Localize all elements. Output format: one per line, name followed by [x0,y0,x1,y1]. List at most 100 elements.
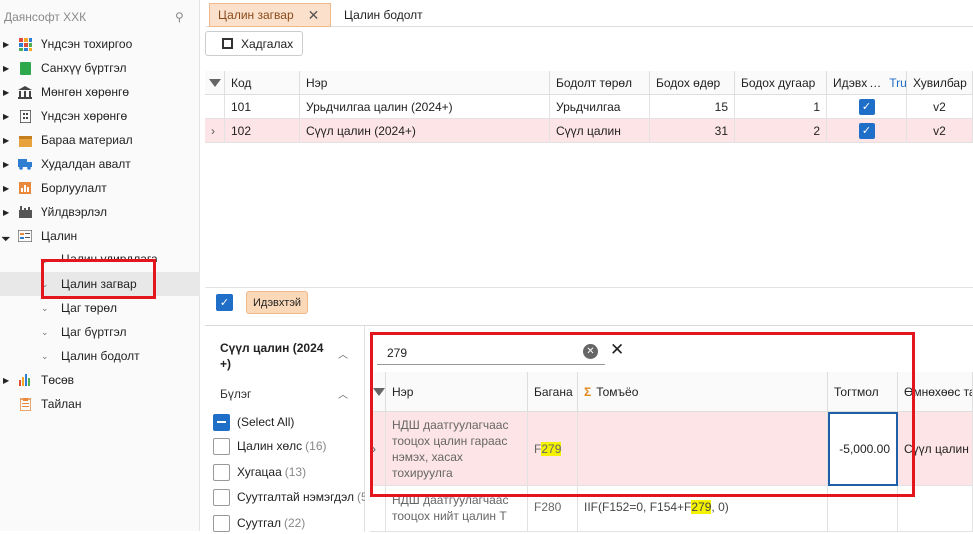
pin-icon[interactable]: ⚲ [175,10,184,24]
sidebar-item-label: Борлуулалт [41,181,107,195]
expand-arrow-icon[interactable]: ▶ [3,40,9,49]
sidebar-item-label: Бараа материал [41,133,133,147]
sidebar-item-settings[interactable]: ▶ Үндсэн тохиргоо [0,32,200,56]
highlight-box [41,259,156,299]
save-icon [222,38,233,49]
formula-prefix: IIF(F152=0, F154+F [584,500,692,514]
cell-type[interactable]: Сүүл цалин [550,119,650,143]
expand-arrow-icon[interactable]: ▶ [3,184,9,193]
active-filter-value: True [889,75,907,90]
checkbox-checked-icon[interactable]: ✓ [858,122,875,139]
column-header-number[interactable]: Бодох дугаар [735,71,827,95]
option-duration[interactable]: Хугацаа (13) [213,461,365,483]
sidebar-item-label: Санхүү бүртгэл [41,61,127,75]
option-count: (22) [283,516,306,530]
column-header-type[interactable]: Бодолт төрөл [550,71,650,95]
tab-label: Цалин бодолт [344,8,423,22]
checkbox[interactable] [213,488,230,506]
chevron-down-icon: ⌄ [41,350,49,361]
option-deductible-bonus[interactable]: Суутгалтай нэмэгдэл (5 [213,486,365,508]
filter-tag[interactable]: Идэвхтэй [246,291,309,314]
sidebar-item-label: Тайлан [41,397,82,411]
expand-arrow-icon[interactable]: ▶ [3,136,9,145]
bank-icon [18,85,32,99]
sidebar-item-sales[interactable]: ▶ Борлуулалт [0,176,200,200]
sidebar-item-budget[interactable]: ▶ Төсөв [0,368,200,392]
box-icon [18,133,32,147]
sidebar-item-label: Үйлдвэрлэл [41,205,108,219]
payroll-icon [18,229,32,243]
cell-number[interactable]: 1 [735,95,827,119]
close-icon[interactable]: ✕ [308,7,320,24]
sidebar-item-finance[interactable]: ▶ Санхүү бүртгэл [0,56,200,80]
cell-day[interactable]: 31 [650,119,735,143]
checkbox[interactable] [213,463,230,481]
expand-arrow-icon[interactable]: ▶ [3,208,9,217]
cell-day[interactable]: 15 [650,95,735,119]
checkbox[interactable] [213,514,230,532]
expand-arrow-icon[interactable]: ▶ [3,64,9,73]
option-label: (Select All) [237,415,295,429]
cell-version[interactable]: v2 [907,119,973,143]
cell-active[interactable]: ✓ [827,95,907,119]
sidebar-item-inventory[interactable]: ▶ Бараа материал [0,128,200,152]
tab-payroll-template[interactable]: Цалин загвар ✕ [209,3,331,27]
formula-suffix: , 0) [711,500,729,514]
sidebar-item-label: Төсөв [41,373,75,387]
column-header-day[interactable]: Бодох өдөр [650,71,735,95]
row-indicator-icon: › [205,119,225,143]
sidebar-item-fixed-assets[interactable]: ▶ Үндсэн хөрөнгө [0,104,200,128]
sidebar-item-label: Худалдан авалт [41,157,131,171]
save-button[interactable]: Хадгалах [205,31,303,56]
option-label: Хугацаа [237,465,282,479]
sidebar-item-purchase[interactable]: ▶ Худалдан авалт [0,152,200,176]
tab-bar: Цалин загвар ✕ Цалин бодолт [206,3,973,27]
checkbox-partial-icon[interactable] [213,413,230,431]
column-header-version[interactable]: Хувилбар [907,71,973,95]
highlight-box [370,332,915,497]
cell-code[interactable]: 102 [225,119,300,143]
expand-arrow-icon[interactable]: ▶ [3,376,9,385]
expand-arrow-icon[interactable]: ▶ [3,88,9,97]
chevron-up-icon[interactable]: ︿ [338,346,348,361]
chevron-up-icon[interactable]: ︿ [338,386,348,401]
option-label: Суутгал [237,516,281,530]
cell-number[interactable]: 2 [735,119,827,143]
sidebar-item-label: Үндсэн тохиргоо [41,37,133,51]
tab-payroll-calc[interactable]: Цалин бодолт [336,3,431,27]
sidebar-item-cash[interactable]: ▶ Мөнгөн хөрөнгө [0,80,200,104]
sidebar-subitem-label: Цаг бүртгэл [61,325,127,339]
save-label: Хадгалах [241,36,294,51]
sidebar-subitem-payroll-calc[interactable]: ⌄ Цалин бодолт [0,344,200,368]
cell-code[interactable]: 101 [225,95,300,119]
expand-arrow-icon[interactable]: ▶ [3,112,9,121]
option-count: (13) [284,465,307,479]
cell-active[interactable]: ✓ [827,119,907,143]
chart-icon [18,181,32,195]
option-label: Суутгалтай нэмэгдэл [237,490,354,504]
search-match: 279 [691,500,712,514]
collapse-arrow-icon[interactable]: ◢ [1,231,12,242]
cell-name[interactable]: Сүүл цалин (2024+) [300,119,550,143]
cell-name[interactable]: Урьдчилгаа цалин (2024+) [300,95,550,119]
option-label: Цалин хөлс [237,439,303,453]
column-header-code[interactable]: Код [225,71,300,95]
cell-version[interactable]: v2 [907,95,973,119]
filter-icon[interactable] [205,71,225,95]
sidebar-item-payroll[interactable]: ◢ Цалин [0,224,200,248]
column-header-active[interactable]: Идэвх… True [827,71,907,95]
option-salary[interactable]: Цалин хөлс (16) [213,435,365,457]
checkbox[interactable] [213,437,230,455]
filter-enable-checkbox[interactable]: ✓ [216,294,233,311]
sidebar-item-production[interactable]: ▶ Үйлдвэрлэл [0,200,200,224]
expand-arrow-icon[interactable]: ▶ [3,160,9,169]
column-header-active-label: Идэвх [833,75,868,90]
sidebar-subitem-time-register[interactable]: ⌄ Цаг бүртгэл [0,320,200,344]
building-icon [18,109,32,123]
column-header-name[interactable]: Нэр [300,71,550,95]
cell-type[interactable]: Урьдчилгаа [550,95,650,119]
sidebar-subitem-time-type[interactable]: ⌄ Цаг төрөл [0,296,200,320]
checkbox-checked-icon[interactable]: ✓ [858,98,875,115]
option-select-all[interactable]: (Select All) [213,411,365,433]
sidebar-item-report[interactable]: Тайлан [0,392,200,416]
